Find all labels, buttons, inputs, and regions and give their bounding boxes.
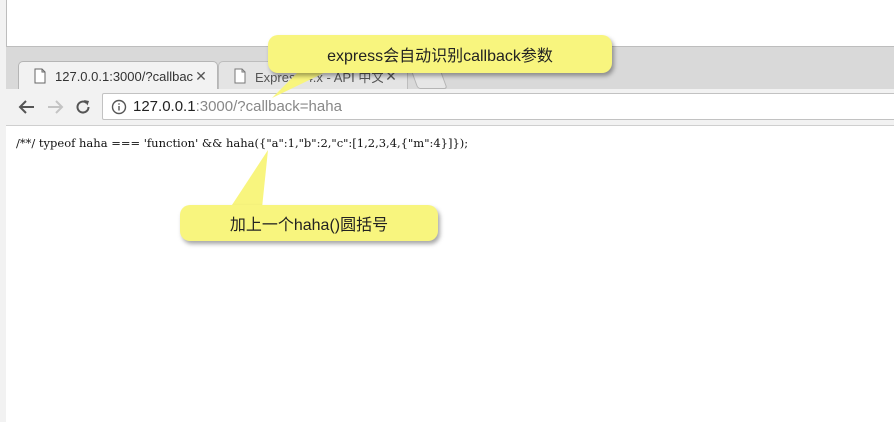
bottom-callout-pointer xyxy=(230,150,268,208)
screenshot: 127.0.0.1:3000/?callbac ✕ Express 4.x - … xyxy=(0,0,894,422)
annotation-callout-top: express会自动识别callback参数 xyxy=(268,35,612,73)
annotation-callout-bottom: 加上一个haha()圆括号 xyxy=(180,205,438,241)
annotation-text: 加上一个haha()圆括号 xyxy=(229,217,389,234)
annotation-text: express会自动识别callback参数 xyxy=(327,48,553,65)
top-callout-pointer xyxy=(272,70,330,98)
